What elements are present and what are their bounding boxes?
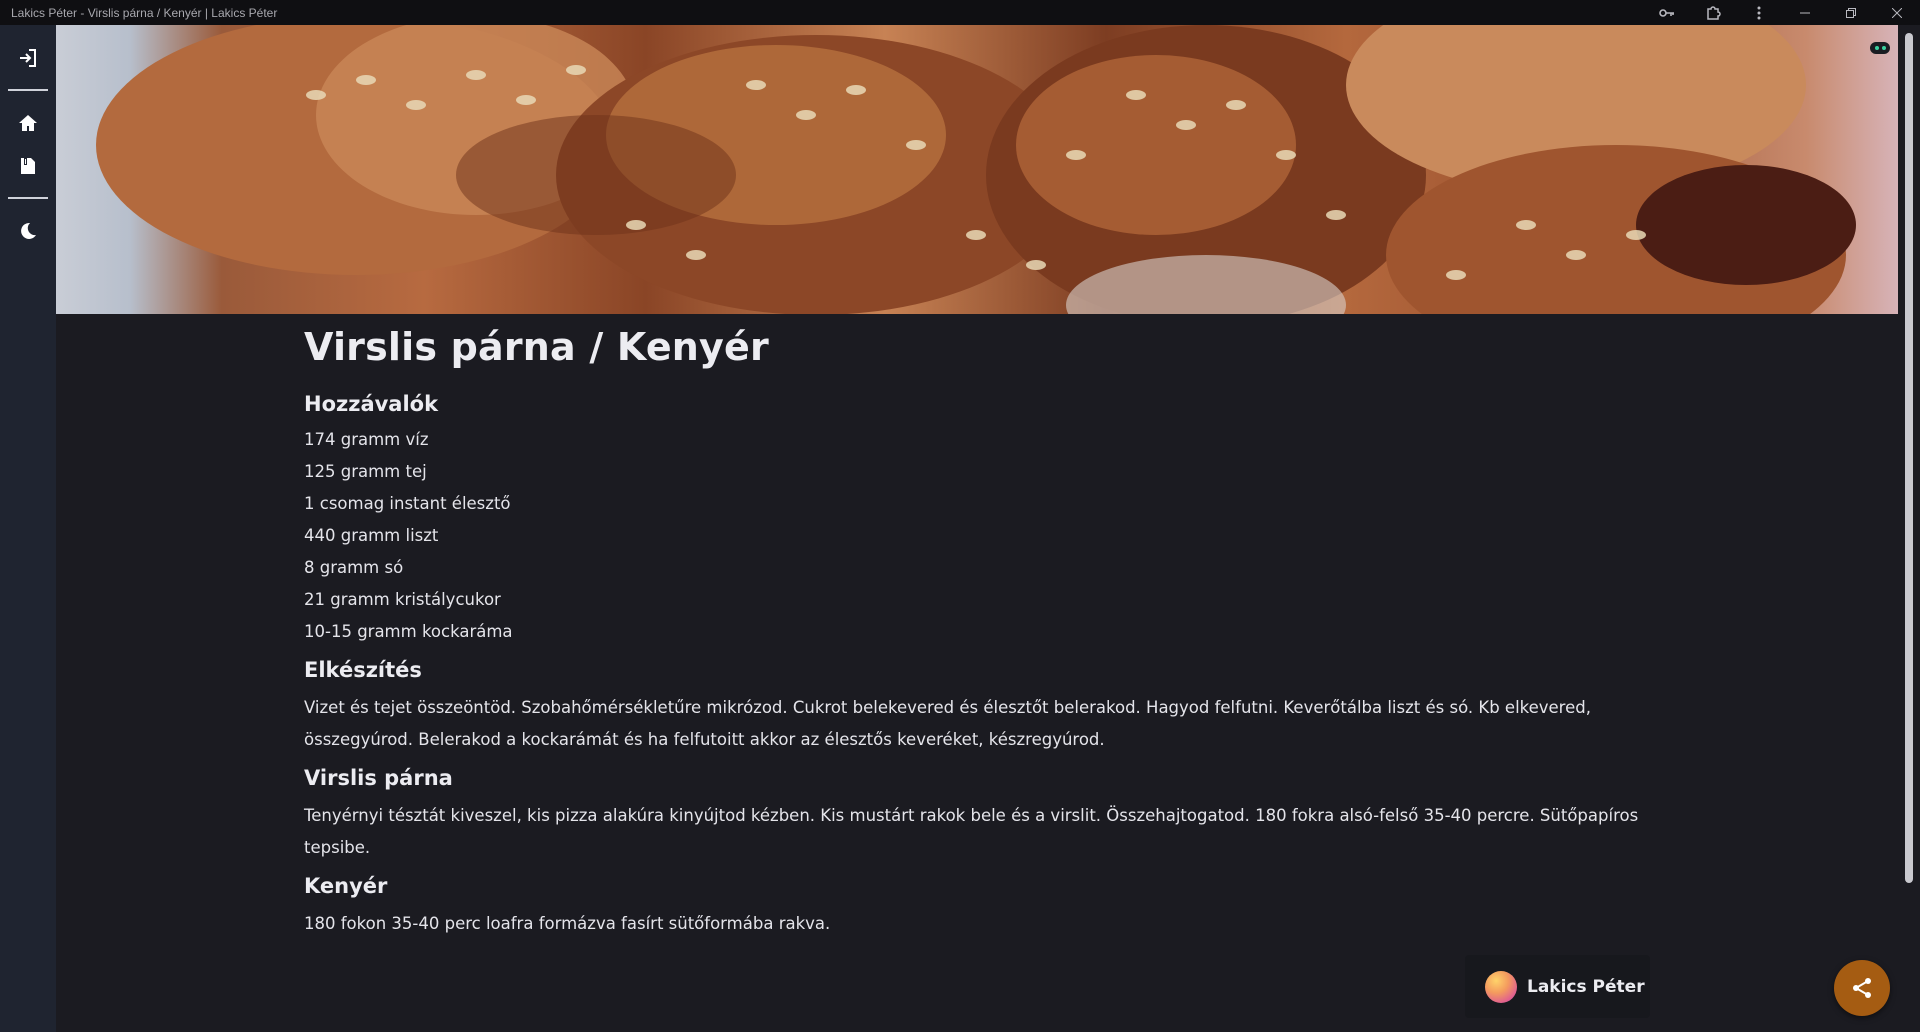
recipe-article: Virslis párna / Kenyér Hozzávalók 174 gr… [304, 314, 1684, 940]
ingredient-item: 1 csomag instant élesztő [304, 494, 511, 513]
window-titlebar: Lakics Péter - Virslis párna / Kenyér | … [0, 0, 1920, 25]
ingredient-item: 440 gramm liszt [304, 526, 439, 545]
bread-rolls-illustration [96, 25, 1856, 314]
preparation-text: Vizet és tejet összeöntöd. Szobahőmérsék… [304, 698, 1591, 749]
ingredient-item: 21 gramm kristálycukor [304, 590, 501, 609]
key-icon[interactable] [1644, 0, 1690, 25]
ingredients-heading: Hozzávalók [304, 392, 439, 416]
main-content: Virslis párna / Kenyér Hozzávalók 174 gr… [56, 25, 1898, 1032]
nav-divider [8, 89, 48, 91]
page-title: Virslis párna / Kenyér [304, 325, 769, 369]
hero-image [56, 25, 1898, 314]
ingredient-item: 8 gramm só [304, 558, 404, 577]
ingredients-list: 174 gramm víz 125 gramm tej 1 csomag ins… [304, 424, 1684, 648]
nav-divider [8, 197, 48, 199]
virslis-text: Tenyérnyi tésztát kiveszel, kis pizza al… [304, 806, 1639, 857]
avatar [1485, 970, 1517, 1003]
share-button[interactable] [1834, 960, 1890, 1016]
login-icon[interactable] [12, 42, 44, 74]
hero-badge-icon[interactable] [1870, 42, 1890, 54]
home-icon[interactable] [12, 107, 44, 139]
preparation-heading: Elkészítés [304, 658, 422, 682]
ingredient-item: 174 gramm víz [304, 430, 429, 449]
kenyer-text: 180 fokon 35-40 perc loafra formázva fas… [304, 914, 831, 933]
window-title: Lakics Péter - Virslis párna / Kenyér | … [11, 5, 278, 20]
kenyer-heading: Kenyér [304, 874, 388, 898]
ingredient-item: 125 gramm tej [304, 462, 427, 481]
ingredient-item: 10-15 gramm kockaráma [304, 622, 513, 641]
book-icon[interactable] [12, 150, 44, 182]
side-navigation [0, 25, 56, 1032]
more-icon[interactable] [1736, 0, 1782, 25]
virslis-heading: Virslis párna [304, 766, 453, 790]
scrollbar-thumb[interactable] [1905, 33, 1913, 883]
author-chip[interactable]: Lakics Péter [1465, 955, 1650, 1018]
page-scrollbar[interactable] [1898, 25, 1920, 1032]
restore-icon[interactable] [1828, 0, 1874, 25]
author-name: Lakics Péter [1527, 976, 1645, 997]
minimize-icon[interactable] [1782, 0, 1828, 25]
close-icon[interactable] [1874, 0, 1920, 25]
share-icon [1853, 978, 1871, 998]
extensions-icon[interactable] [1690, 0, 1736, 25]
moon-icon[interactable] [12, 215, 44, 247]
